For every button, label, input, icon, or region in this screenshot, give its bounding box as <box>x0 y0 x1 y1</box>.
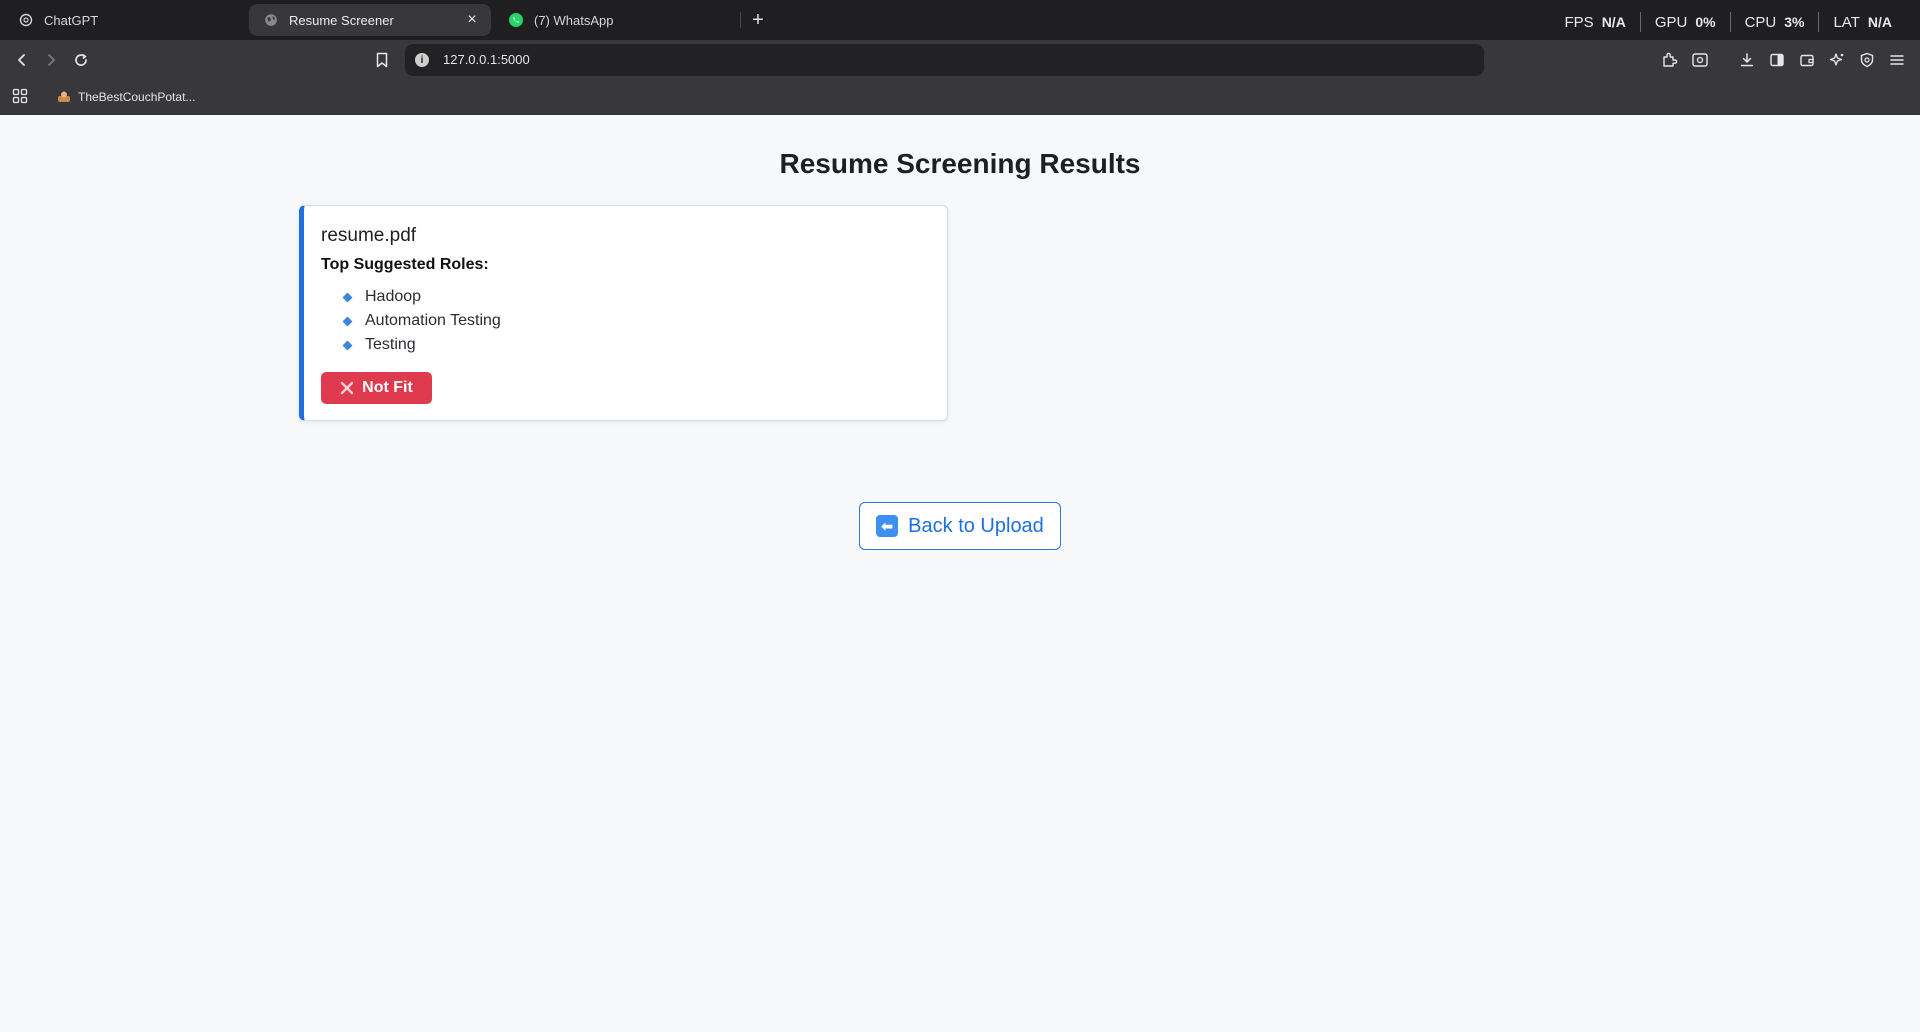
roles-heading: Top Suggested Roles: <box>321 256 489 273</box>
metric-value: N/A <box>1867 14 1892 30</box>
wallet-icon[interactable] <box>1796 49 1818 71</box>
leo-ai-icon[interactable] <box>1826 49 1848 71</box>
back-button-label: Back to Upload <box>908 514 1044 537</box>
tab-title: ChatGPT <box>44 12 99 28</box>
bookmark-icon[interactable] <box>371 49 393 71</box>
chatgpt-icon <box>18 12 34 28</box>
role-item: Testing <box>342 333 501 357</box>
metric-label: GPU <box>1654 13 1688 31</box>
role-item: Automation Testing <box>342 309 501 333</box>
file-name: resume.pdf <box>321 225 417 246</box>
new-tab-button[interactable]: + <box>746 8 770 32</box>
menu-icon[interactable] <box>1886 49 1908 71</box>
extensions-icon[interactable] <box>1659 49 1681 71</box>
forward-arrow-icon[interactable] <box>40 49 62 71</box>
status-badge: Not Fit <box>321 372 432 404</box>
tab-title: (7) WhatsApp <box>534 12 614 28</box>
diamond-bullet-icon <box>342 316 353 326</box>
close-icon[interactable]: × <box>463 11 481 29</box>
bookmark-label: TheBestCouchPotat... <box>78 90 196 104</box>
tab-resume-screener[interactable]: Resume Screener × <box>249 4 491 36</box>
metric-value: 3% <box>1784 14 1805 30</box>
download-icon[interactable] <box>1736 49 1758 71</box>
page-title: Resume Screening Results <box>779 148 1141 179</box>
sidebar-icon[interactable] <box>1766 49 1788 71</box>
tab-title: Resume Screener <box>289 12 394 28</box>
address-bar[interactable]: i 127.0.0.1:5000 <box>405 44 1484 76</box>
tab-whatsapp[interactable]: (7) WhatsApp <box>494 4 734 36</box>
roles-list: Hadoop Automation Testing Testing <box>342 285 501 357</box>
bookmark-item[interactable]: TheBestCouchPotat... <box>56 86 195 108</box>
metric-label: CPU <box>1744 13 1777 31</box>
page-content: Resume Screening Results resume.pdf Top … <box>0 115 1920 1032</box>
cpu-metric: CPU 3% <box>1729 12 1819 32</box>
metric-value: 0% <box>1695 14 1716 30</box>
whatsapp-icon <box>508 12 524 28</box>
performance-overlay: FPS N/A GPU 0% CPU 3% LAT N/A <box>1551 12 1907 32</box>
vpn-shield-icon[interactable] <box>1856 49 1878 71</box>
role-label: Hadoop <box>365 288 422 305</box>
metric-label: LAT <box>1833 13 1860 31</box>
result-card: resume.pdf Top Suggested Roles: Hadoop A… <box>299 205 948 421</box>
bookmark-favicon-icon <box>56 89 72 105</box>
site-info-icon[interactable]: i <box>415 53 429 67</box>
reload-icon[interactable] <box>70 49 92 71</box>
tab-separator <box>740 12 741 28</box>
metric-value: N/A <box>1601 14 1626 30</box>
screenshot-icon[interactable] <box>1689 49 1711 71</box>
role-item: Hadoop <box>342 285 501 309</box>
left-arrow-icon: ⬅ <box>876 515 899 537</box>
browser-tab-bar: ChatGPT Resume Screener × (7) WhatsApp +… <box>0 0 1920 40</box>
lat-metric: LAT N/A <box>1818 12 1906 32</box>
apps-grid-icon[interactable] <box>9 85 31 107</box>
status-label: Not Fit <box>362 379 413 396</box>
bookmarks-bar: TheBestCouchPotat... <box>0 78 1920 115</box>
gpu-metric: GPU 0% <box>1639 12 1730 32</box>
tab-chatgpt[interactable]: ChatGPT <box>4 4 244 36</box>
metric-label: FPS <box>1564 13 1594 31</box>
diamond-bullet-icon <box>342 292 353 302</box>
cross-mark-icon <box>340 381 354 395</box>
url-text[interactable]: 127.0.0.1:5000 <box>443 52 530 67</box>
diamond-bullet-icon <box>342 340 353 350</box>
globe-icon <box>263 12 279 28</box>
role-label: Testing <box>365 336 416 353</box>
fps-metric: FPS N/A <box>1551 12 1640 32</box>
back-to-upload-button[interactable]: ⬅ Back to Upload <box>859 502 1061 550</box>
back-arrow-icon[interactable] <box>11 49 33 71</box>
role-label: Automation Testing <box>365 312 501 329</box>
